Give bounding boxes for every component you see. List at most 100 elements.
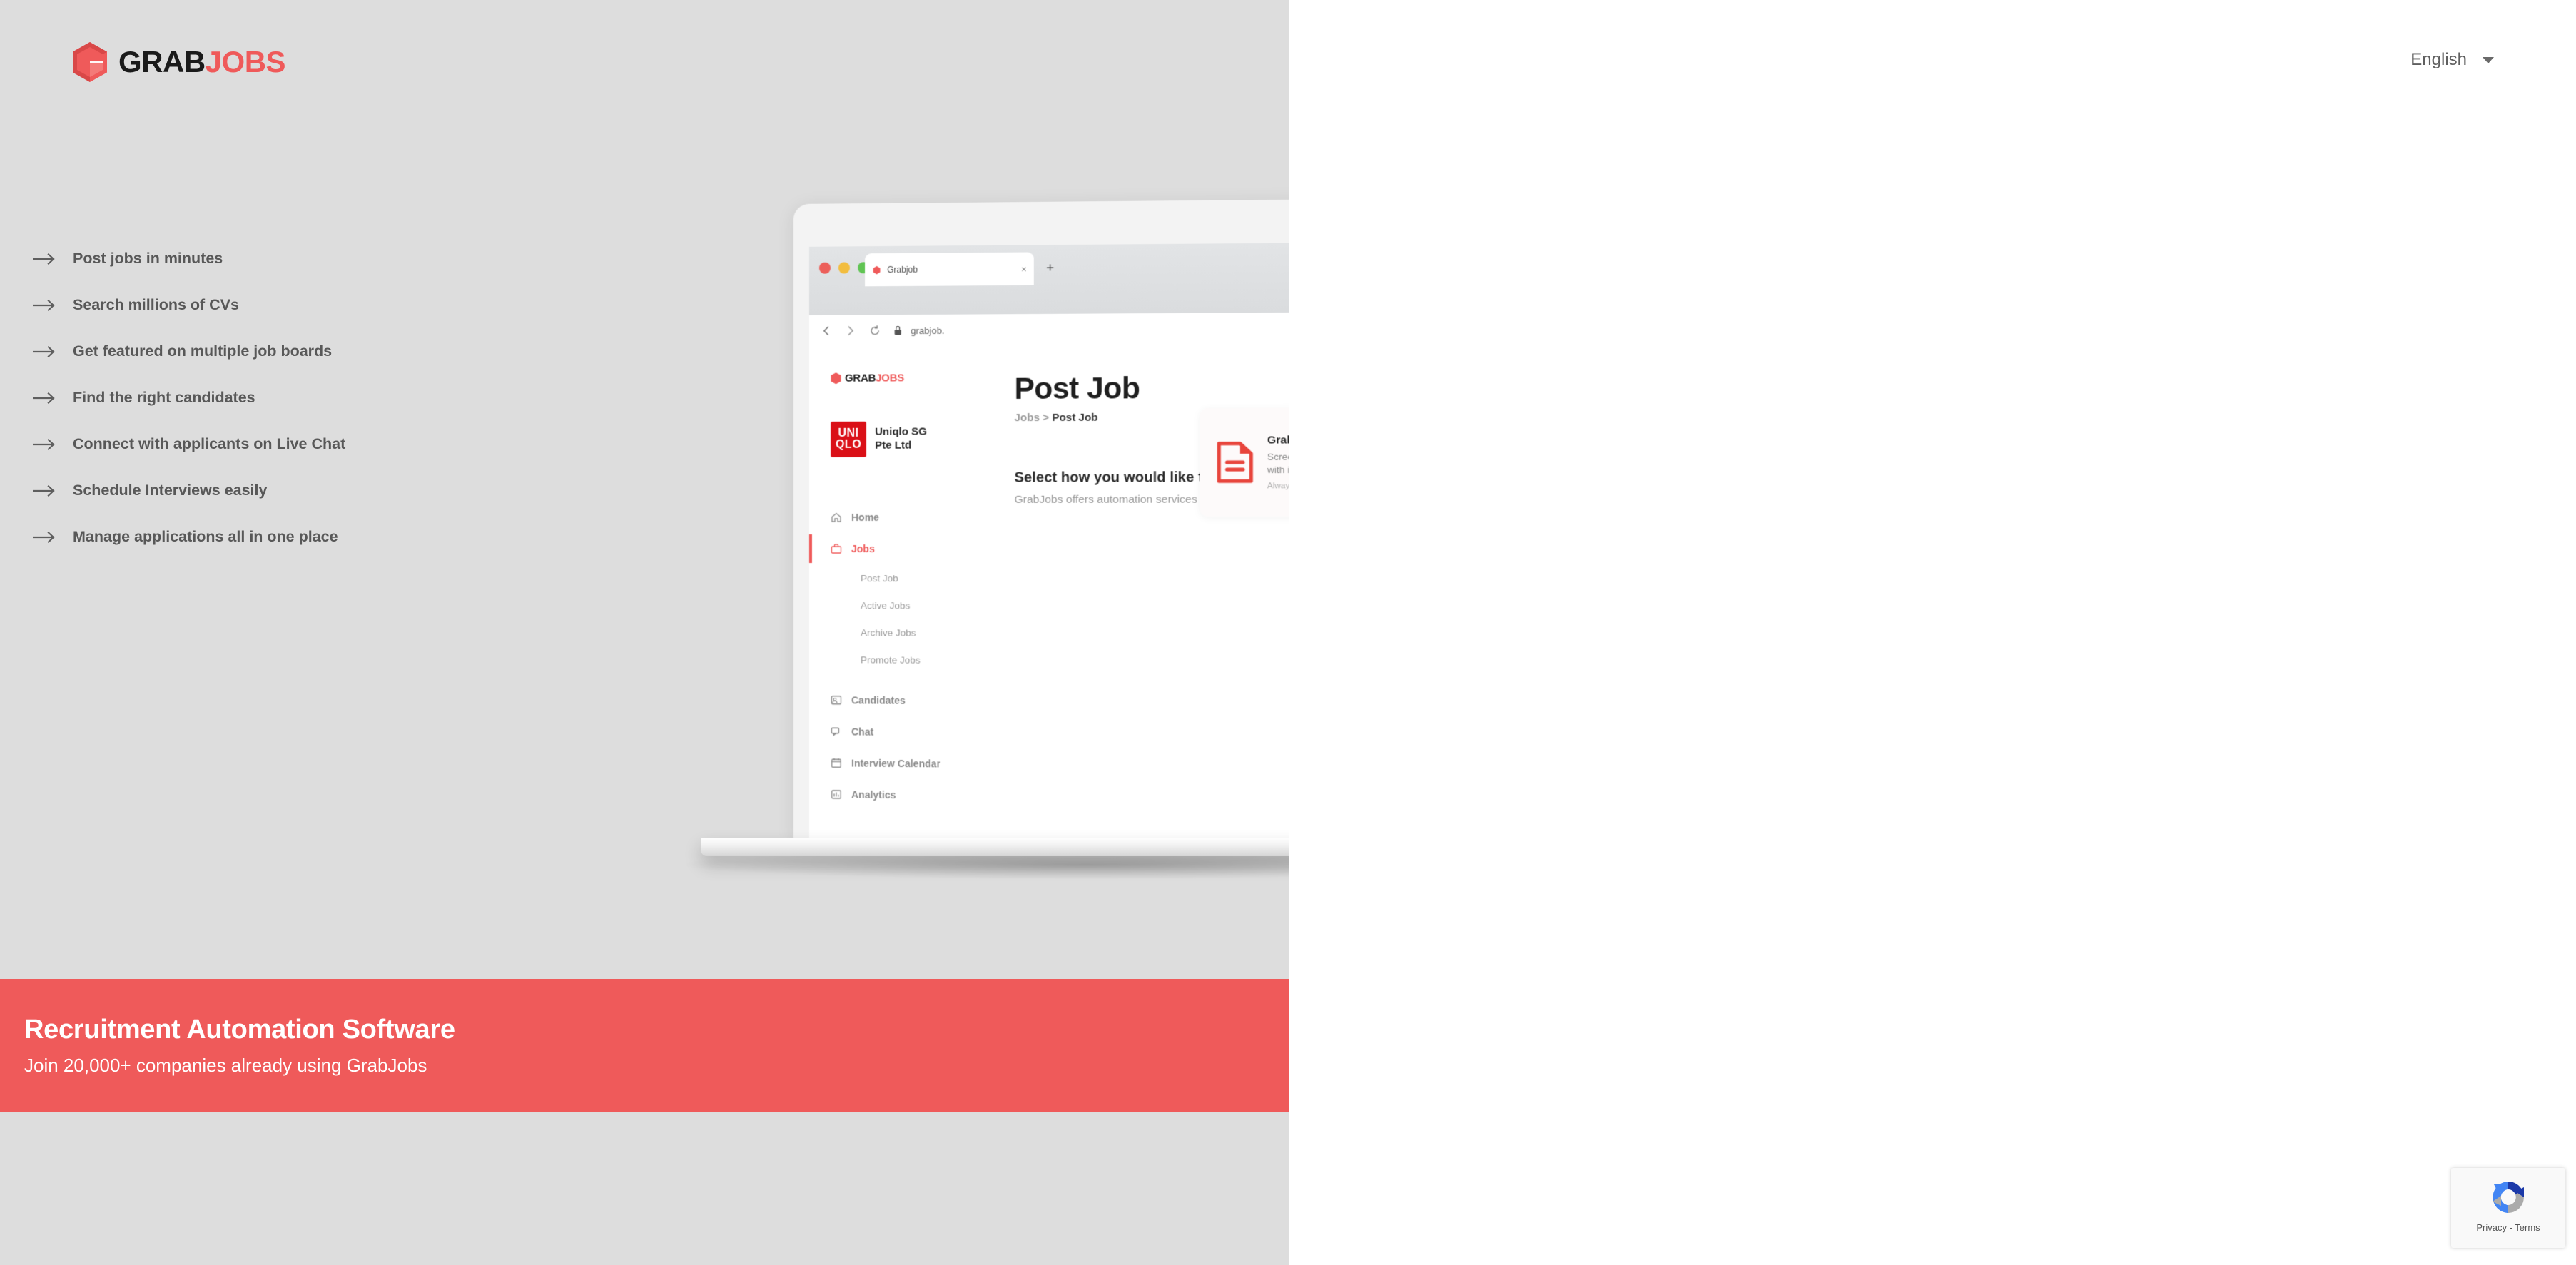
recaptcha-legal-text: Privacy - Terms [2476,1222,2540,1233]
favicon-icon [873,265,881,274]
feature-label: Manage applications all in one place [73,528,338,545]
mockup-nav-interview-calendar: Interview Calendar [809,747,990,780]
browser-tab-title: Grabjob [887,264,918,275]
briefcase-icon [831,543,842,554]
home-icon [831,512,842,523]
company-logo-line1: UNI [838,427,859,440]
calendar-icon [831,757,842,768]
mockup-nav-label: Analytics [851,788,896,801]
mockup-offer-text: GrabJobs 30-day Job Screen candidates as… [1267,434,1289,491]
mockup-logo-jobs: JOBS [876,372,904,385]
product-screenshot-mockup: Grabjob × + grabjob. GRABJOBS UNI QLO Un… [686,198,1289,879]
company-logo-line2: QLO [835,438,862,451]
mockup-logo-wordmark: GRABJOBS [845,372,904,384]
laptop-screen: Grabjob × + grabjob. GRABJOBS UNI QLO Un… [793,198,1289,845]
lock-icon [893,325,902,335]
url-text: grabjob. [911,325,945,336]
close-icon [818,262,831,274]
back-arrow-icon [821,325,832,337]
laptop-base [701,838,1289,856]
mockup-offer-card: GrabJobs 30-day Job Screen candidates as… [1200,407,1289,517]
signup-form-panel: English Create Your Employer Account Pos… [1289,0,2576,1265]
arrow-right-icon [33,345,73,357]
mockup-nav-label: Home [851,511,880,524]
promo-banner: Recruitment Automation Software Join 20,… [0,979,1289,1112]
chat-icon [831,726,842,737]
feature-label: Post jobs in minutes [73,250,223,267]
recaptcha-badge[interactable]: Privacy - Terms [2451,1168,2565,1248]
company-name: Uniqlo SG Pte Ltd [875,425,927,452]
arrow-right-icon [33,438,73,450]
grabjobs-hexagon-icon [73,42,107,82]
browser-tab: Grabjob × [865,252,1034,287]
browser-chrome: Grabjob × + [808,241,1289,315]
tab-close-icon: × [1021,263,1027,275]
feature-item: Search millions of CVs [33,282,532,328]
window-traffic-lights [818,262,870,274]
minimize-icon [838,262,851,274]
mockup-nav-candidates: Candidates [809,684,990,716]
arrow-right-icon [33,392,73,404]
feature-item: Connect with applicants on Live Chat [33,421,532,467]
recaptcha-icon [2493,1182,2524,1213]
logo-grab-text: GRAB [118,45,206,78]
mockup-nav-label: Chat [851,726,874,738]
feature-item: Post jobs in minutes [33,235,532,282]
mockup-main-content: Post Job Jobs > Post Job Select how you … [990,343,1289,844]
feature-label: Search millions of CVs [73,296,239,313]
mockup-nav-chat: Chat [809,716,990,748]
feature-item: Get featured on multiple job boards [33,328,532,375]
mockup-company-block: UNI QLO Uniqlo SG Pte Ltd [830,421,990,457]
feature-label: Find the right candidates [73,389,255,406]
mockup-nav-sub-item: Archive Jobs [861,626,916,639]
mockup-logo: GRABJOBS [831,372,990,385]
mockup-sidebar: GRABJOBS UNI QLO Uniqlo SG Pte Ltd Home [808,345,990,841]
chevron-down-icon [2483,56,2494,63]
breadcrumb-separator: > [1043,411,1050,425]
arrow-right-icon [33,299,73,311]
mockup-nav-label: Candidates [851,694,906,706]
feature-item: Schedule Interviews easily [33,467,532,514]
offer-note: Always available [1267,482,1289,491]
mockup-nav-jobs: Jobs [809,533,990,564]
feature-label: Get featured on multiple job boards [73,342,333,360]
language-label: English [2410,50,2467,69]
logo-jobs-text: JOBS [205,45,286,78]
mockup-nav-label: Interview Calendar [851,757,941,770]
language-selector[interactable]: English [2410,50,2494,70]
feature-label: Connect with applicants on Live Chat [73,435,346,452]
grabjobs-hexagon-icon [831,372,841,385]
mockup-nav-sub-item: Active Jobs [861,599,911,611]
mockup-nav-home: Home [809,502,990,533]
logo-wordmark: GRABJOBS [118,45,286,78]
grabjobs-logo[interactable]: GRABJOBS [71,41,286,83]
mockup-app-body: GRABJOBS UNI QLO Uniqlo SG Pte Ltd Home [808,343,1289,845]
breadcrumb-parent: Jobs [1014,411,1040,425]
browser-url-bar: grabjob. [808,311,1289,347]
reload-icon [869,325,881,336]
offer-title: GrabJobs 30-day Job [1267,434,1289,447]
mockup-logo-grab: GRAB [845,372,876,385]
mockup-nav-analytics: Analytics [809,778,990,811]
arrow-right-icon [33,484,73,497]
forward-arrow-icon [845,325,856,337]
promo-subtitle: Join 20,000+ companies already using Gra… [24,1054,427,1076]
company-logo: UNI QLO [830,421,867,457]
marketing-panel: GRABJOBS Post jobs in minutes Search mil… [0,0,1289,1265]
document-icon [1216,441,1254,484]
offer-desc: Screen candidates as they apply with int… [1267,451,1289,475]
new-tab-icon: + [1046,260,1055,276]
mockup-page-title: Post Job [1014,370,1140,405]
breadcrumb-current: Post Job [1052,411,1098,425]
feature-item: Manage applications all in one place [33,514,532,560]
feature-label: Schedule Interviews easily [73,482,268,499]
signup-page: GRABJOBS Post jobs in minutes Search mil… [0,0,2576,1265]
mockup-nav-label: Jobs [851,543,875,555]
feature-item: Find the right candidates [33,375,532,421]
arrow-right-icon [33,531,73,543]
analytics-icon [831,788,842,800]
candidates-icon [831,694,842,706]
arrow-right-icon [33,253,73,265]
promo-title: Recruitment Automation Software [24,1014,455,1045]
mockup-nav-sub-item: Promote Jobs [861,654,921,666]
